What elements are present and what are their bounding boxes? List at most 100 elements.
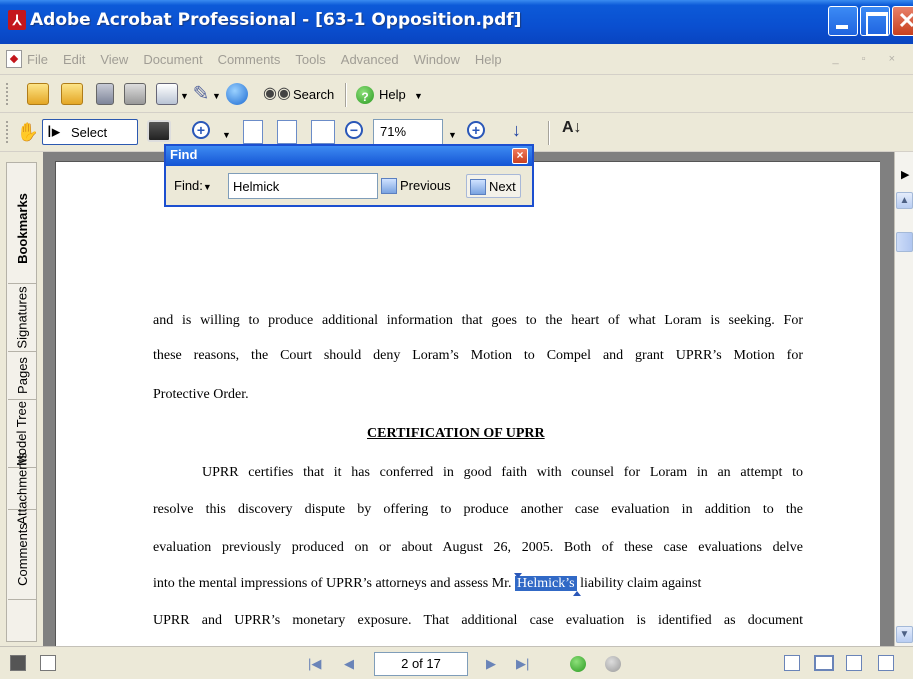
select-label: Select [71, 125, 108, 140]
zoom-in-plus-icon[interactable]: + [467, 121, 485, 139]
hand-tool-icon[interactable]: ✋ [16, 120, 40, 144]
menu-file[interactable]: File [27, 52, 48, 67]
menu-view[interactable]: View [100, 52, 128, 67]
sort-az-icon[interactable]: A↓ [562, 119, 582, 137]
save-icon[interactable] [96, 83, 114, 105]
attach-dropdown-icon[interactable]: ▼ [212, 91, 221, 101]
previous-page-button[interactable]: ◀ [344, 656, 354, 672]
scroll-up-button[interactable]: ▲ [896, 192, 913, 209]
open-folder-icon[interactable] [27, 83, 49, 105]
next-view-arrow-icon[interactable]: ↓ [512, 120, 521, 141]
document-menu-icon[interactable] [6, 50, 22, 68]
document-line: Protective Order. [153, 387, 249, 402]
binoculars-icon[interactable]: ◉◉ [263, 83, 291, 105]
find-dialog: Find × Find:▼ Previous Next [164, 144, 534, 207]
menu-tools[interactable]: Tools [295, 52, 325, 67]
document-view[interactable]: and is willing to produce additional inf… [43, 152, 894, 646]
fit-width-icon[interactable] [311, 120, 335, 144]
help-icon[interactable]: ? [356, 86, 374, 104]
text-cursor-icon: I▸ [47, 122, 61, 141]
vertical-scrollbar[interactable]: ▶ ▲ ▼ [894, 152, 913, 646]
previous-view-icon[interactable] [570, 656, 586, 672]
document-line: evaluation previously produced on or abo… [153, 540, 803, 555]
title-bar: ⅄ Adobe Acrobat Professional - [63-1 Opp… [0, 0, 913, 44]
menu-edit[interactable]: Edit [63, 52, 85, 67]
find-previous-button[interactable]: Previous [378, 174, 455, 198]
actual-size-icon[interactable] [243, 120, 263, 144]
acrobat-app-icon[interactable]: ⅄ [8, 10, 26, 30]
email-globe-icon[interactable] [226, 83, 248, 105]
find-options-dropdown[interactable]: Find:▼ [174, 178, 212, 193]
scroll-down-button[interactable]: ▼ [896, 626, 913, 643]
document-line: UPRR and UPRR’s monetary exposure. That … [153, 613, 803, 628]
find-search-input[interactable] [228, 173, 378, 199]
panel-expand-arrow-icon[interactable]: ▶ [901, 168, 909, 181]
next-result-icon [470, 179, 486, 195]
help-dropdown-icon[interactable]: ▼ [414, 91, 423, 101]
mdi-controls[interactable]: _ ▫ × [832, 53, 905, 65]
menu-items: File Edit View Document Comments Tools A… [27, 52, 502, 67]
tab-comments[interactable]: Comments [8, 510, 36, 600]
last-page-button[interactable]: ▶| [516, 656, 529, 672]
toolbar-separator [548, 121, 550, 145]
page-options-icon[interactable] [40, 655, 56, 671]
zoom-level-dropdown-icon[interactable]: ▼ [448, 130, 457, 140]
continuous-facing-layout-icon[interactable] [878, 655, 894, 671]
minimize-button[interactable] [828, 6, 858, 36]
zoom-in-icon[interactable]: + [192, 121, 210, 139]
status-bar: |◀ ◀ 2 of 17 ▶ ▶| [0, 646, 913, 679]
toolbar-separator [345, 83, 347, 107]
document-line: these reasons, the Court should deny Lor… [153, 348, 803, 363]
zoom-out-icon[interactable]: − [345, 121, 363, 139]
tab-pages[interactable]: Pages [8, 352, 36, 400]
section-heading: CERTIFICATION OF UPRR [367, 426, 545, 441]
window-title: Adobe Acrobat Professional - [63-1 Oppos… [30, 10, 522, 30]
menu-comments[interactable]: Comments [218, 52, 281, 67]
toolbar-grip[interactable] [6, 83, 9, 105]
create-pdf-icon[interactable] [156, 83, 178, 105]
create-pdf-dropdown-icon[interactable]: ▼ [180, 91, 189, 101]
organizer-icon[interactable] [61, 83, 83, 105]
menu-help[interactable]: Help [475, 52, 502, 67]
find-next-button[interactable]: Next [466, 174, 521, 198]
attach-icon[interactable]: ✎ [190, 83, 212, 105]
single-page-layout-icon[interactable] [784, 655, 800, 671]
facing-layout-icon[interactable] [846, 655, 862, 671]
continuous-layout-icon[interactable] [814, 655, 834, 671]
tab-signatures[interactable]: Signatures [8, 284, 36, 352]
search-highlight[interactable]: Helmick’s [515, 576, 577, 591]
snapshot-camera-icon[interactable] [147, 120, 171, 142]
find-close-button[interactable]: × [512, 148, 528, 164]
next-view-icon[interactable] [605, 656, 621, 672]
maximize-button[interactable] [860, 6, 890, 36]
page-view-icon[interactable] [10, 655, 26, 671]
file-toolbar: ▼ ✎ ▼ ◉◉ Search ? Help ▼ [0, 75, 913, 113]
menu-bar: File Edit View Document Comments Tools A… [0, 44, 913, 75]
previous-result-icon [381, 178, 397, 194]
close-button[interactable]: ✕ [892, 6, 913, 36]
pdf-page[interactable]: and is willing to produce additional inf… [55, 161, 880, 646]
page-counter[interactable]: 2 of 17 [374, 652, 468, 676]
select-tool-button[interactable]: I▸ Select [42, 119, 138, 145]
fit-page-icon[interactable] [277, 120, 297, 144]
tab-attachments[interactable]: Attachments [8, 452, 36, 525]
scroll-thumb[interactable] [896, 232, 913, 252]
menu-document[interactable]: Document [143, 52, 202, 67]
find-options-arrow-icon: ▼ [202, 182, 212, 192]
tab-bookmarks[interactable]: Bookmarks [8, 174, 36, 284]
find-dialog-title[interactable]: Find [166, 146, 532, 166]
next-page-button[interactable]: ▶ [486, 656, 496, 672]
menu-advanced[interactable]: Advanced [341, 52, 399, 67]
zoom-level-field[interactable]: 71% [373, 119, 443, 145]
zoom-tool-dropdown-icon[interactable]: ▼ [222, 130, 231, 140]
first-page-button[interactable]: |◀ [308, 656, 321, 672]
navigation-panel: Bookmarks Signatures Pages Model Tree At… [0, 152, 43, 646]
menu-window[interactable]: Window [414, 52, 460, 67]
document-line-with-match: into the mental impressions of UPRR’s at… [153, 576, 803, 592]
print-icon[interactable] [124, 83, 146, 105]
document-line: and is willing to produce additional inf… [153, 313, 803, 328]
search-button[interactable]: Search [293, 87, 334, 102]
document-line: resolve this discovery dispute by offeri… [153, 502, 803, 517]
toolbar-grip[interactable] [6, 121, 9, 143]
help-button[interactable]: Help [379, 87, 406, 102]
